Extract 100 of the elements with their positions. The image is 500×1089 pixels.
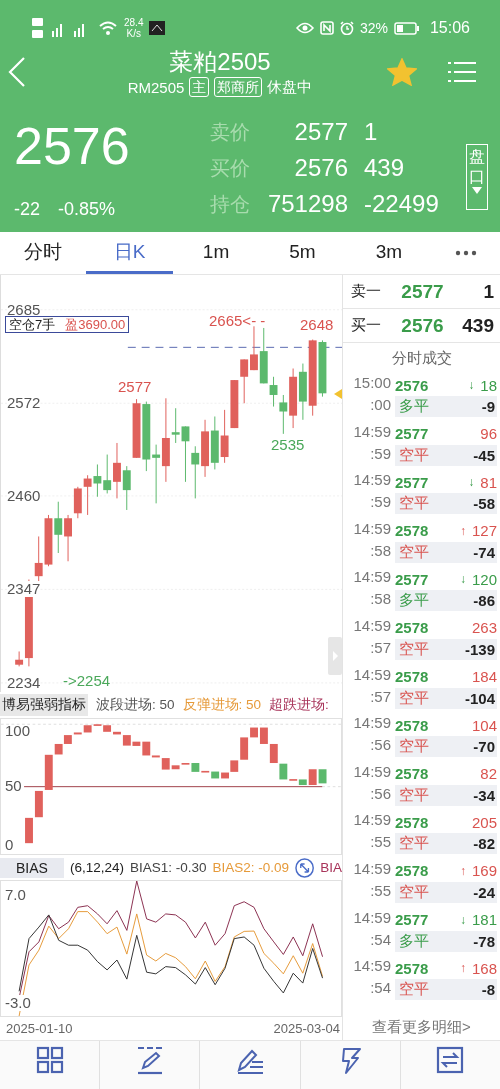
- position-change: -139: [464, 640, 495, 658]
- expand-handle[interactable]: [328, 637, 342, 675]
- trade-price: 2577: [395, 911, 429, 929]
- order-label: 买一: [351, 316, 382, 335]
- trade-volume: 168: [471, 959, 497, 977]
- trade-price: 2577: [395, 570, 429, 588]
- trade-volume: 18: [480, 376, 497, 394]
- period-tab[interactable]: 5m: [259, 232, 346, 274]
- trade-type: 空平: [399, 737, 429, 757]
- position-change: -58: [473, 495, 495, 513]
- period-tab[interactable]: 分时: [0, 232, 87, 274]
- trade-price: 2578: [395, 619, 429, 637]
- trend-arrow: ↑: [459, 961, 466, 976]
- expand-icon[interactable]: [295, 857, 315, 878]
- candlestick: [103, 454, 112, 494]
- position-change: -70: [473, 738, 495, 756]
- grid-icon[interactable]: [35, 1045, 64, 1075]
- price-marker-icon: [334, 389, 342, 399]
- tag: 郑商所: [214, 77, 263, 98]
- indicator-value: 反弹进场: 50: [182, 696, 262, 714]
- trade-volume: 127: [471, 522, 497, 540]
- more-icon[interactable]: [455, 250, 478, 256]
- trade-price: 2578: [395, 765, 429, 783]
- trade-time: 15:00: [352, 374, 391, 393]
- trade-volume: 263: [471, 619, 497, 637]
- indicator-value: BIA: [320, 860, 342, 875]
- contract-code: RM2505: [127, 78, 185, 96]
- candlestick: [132, 399, 141, 458]
- trade-seconds: :00: [369, 396, 391, 415]
- position-change: -9: [481, 398, 495, 415]
- trade-time: 14:59: [352, 616, 391, 636]
- tag: 主: [189, 77, 210, 98]
- trade-price: 2578: [395, 668, 429, 686]
- trade-seconds: :56: [369, 736, 391, 756]
- price-change: -22: [14, 199, 40, 220]
- speed-unit: K/s: [126, 28, 141, 40]
- trade-volume: 184: [471, 668, 497, 686]
- trade-type: 多平: [399, 591, 429, 611]
- more-details-link[interactable]: 查看更多明细>: [343, 1017, 500, 1037]
- trade-seconds: :54: [369, 979, 391, 999]
- trade-seconds: :56: [369, 784, 391, 804]
- market-status: 休盘中: [267, 77, 313, 97]
- trade-seconds: :55: [369, 881, 391, 901]
- trade-time: 14:59: [352, 471, 391, 491]
- quote-label: 卖价: [210, 119, 251, 145]
- price-annotation: 2665<- -: [209, 313, 266, 329]
- trade-type: 空平: [399, 542, 429, 562]
- trade-type: 多平: [399, 397, 429, 416]
- indicator-value: 超跌进场:: [269, 696, 329, 714]
- trade-price: 2578: [395, 522, 429, 540]
- indicator-bar: [318, 769, 327, 784]
- trade-volume: 96: [480, 425, 497, 443]
- trade-type: 空平: [399, 882, 429, 902]
- axis-label: 2347: [7, 581, 41, 598]
- indicator-value: 波段进场: 50: [96, 696, 175, 714]
- axis-label: 0: [5, 837, 14, 853]
- section-title: 分时成交: [390, 348, 453, 368]
- percent-change: -0.85%: [58, 199, 116, 220]
- swap-icon[interactable]: [436, 1045, 465, 1075]
- period-tab[interactable]: 3m: [345, 232, 433, 274]
- indicator-selector[interactable]: 博易强弱指标: [0, 694, 88, 716]
- trade-time: 14:59: [352, 859, 391, 879]
- trend-arrow: ↓: [468, 475, 475, 490]
- price-annotation: 2648: [300, 317, 334, 333]
- app-icon: [149, 21, 166, 36]
- order-volume: 439: [461, 314, 494, 337]
- nfc-icon: [319, 21, 334, 36]
- position-profit: 盈3690.00: [65, 317, 126, 332]
- position-change: -45: [473, 446, 495, 464]
- price-annotation: 2535: [271, 437, 305, 453]
- position-change: -86: [473, 592, 495, 610]
- trade-volume: 120: [471, 570, 497, 588]
- candlestick: [83, 475, 92, 515]
- trade-type: 空平: [399, 639, 429, 659]
- star-icon[interactable]: [387, 58, 417, 87]
- candlestick: [142, 401, 151, 472]
- indicator-value: BIAS2: -0.09: [212, 860, 290, 875]
- quote-label: 买价: [210, 155, 251, 181]
- alarm-icon: [339, 21, 354, 36]
- candlestick: [298, 363, 307, 420]
- order-label: 卖一: [351, 282, 382, 301]
- axis-label: 7.0: [5, 887, 26, 903]
- battery-percent: 32%: [359, 20, 388, 37]
- order-price: 2576: [400, 314, 445, 337]
- price-annotation: 2577: [118, 379, 152, 395]
- pencil-icon[interactable]: [135, 1045, 164, 1075]
- date-label: 2025-01-10: [6, 1020, 73, 1036]
- trade-seconds: :57: [369, 638, 391, 658]
- position-change: -74: [473, 543, 495, 561]
- trend-arrow: ↓: [468, 378, 475, 392]
- trade-time: 14:59: [352, 422, 391, 442]
- indicator-selector[interactable]: BIAS: [0, 857, 64, 878]
- quote-label: 持仓: [210, 191, 251, 217]
- trend-arrow: ↓: [459, 572, 466, 587]
- period-tab[interactable]: 日K: [86, 232, 173, 274]
- position-change: -82: [473, 835, 495, 853]
- price-annotation: ->2254: [63, 673, 111, 689]
- position-change: -24: [473, 883, 495, 901]
- period-tab[interactable]: 1m: [172, 232, 260, 274]
- trade-type: 空平: [399, 445, 429, 465]
